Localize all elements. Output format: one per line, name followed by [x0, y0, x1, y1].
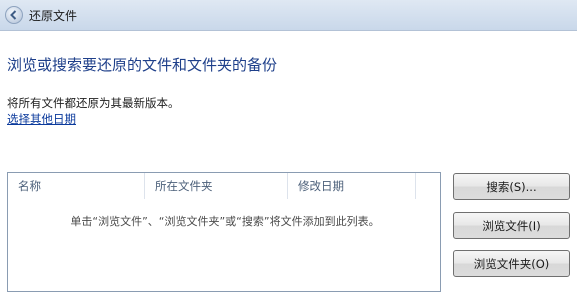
- info-text: 将所有文件都还原为其最新版本。: [7, 96, 180, 110]
- window-title: 还原文件: [29, 9, 78, 23]
- browse-files-button[interactable]: 浏览文件(I): [453, 212, 570, 239]
- file-list[interactable]: 名称 所在文件夹 修改日期 单击“浏览文件”、“浏览文件夹”或“搜索”将文件添加…: [7, 172, 441, 292]
- browse-folders-button[interactable]: 浏览文件夹(O): [453, 250, 570, 277]
- column-header-folder[interactable]: 所在文件夹: [145, 173, 288, 199]
- page-heading: 浏览或搜索要还原的文件和文件夹的备份: [7, 56, 278, 74]
- back-button[interactable]: [5, 6, 23, 24]
- search-button[interactable]: 搜索(S)...: [453, 173, 570, 200]
- choose-other-date-link[interactable]: 选择其他日期: [7, 111, 76, 127]
- empty-list-message: 单击“浏览文件”、“浏览文件夹”或“搜索”将文件添加到此列表。: [70, 215, 380, 228]
- title-bar: 还原文件: [0, 0, 577, 31]
- back-arrow-icon: [10, 10, 17, 20]
- column-header-name[interactable]: 名称: [8, 173, 145, 199]
- column-header-date-modified[interactable]: 修改日期: [288, 173, 416, 199]
